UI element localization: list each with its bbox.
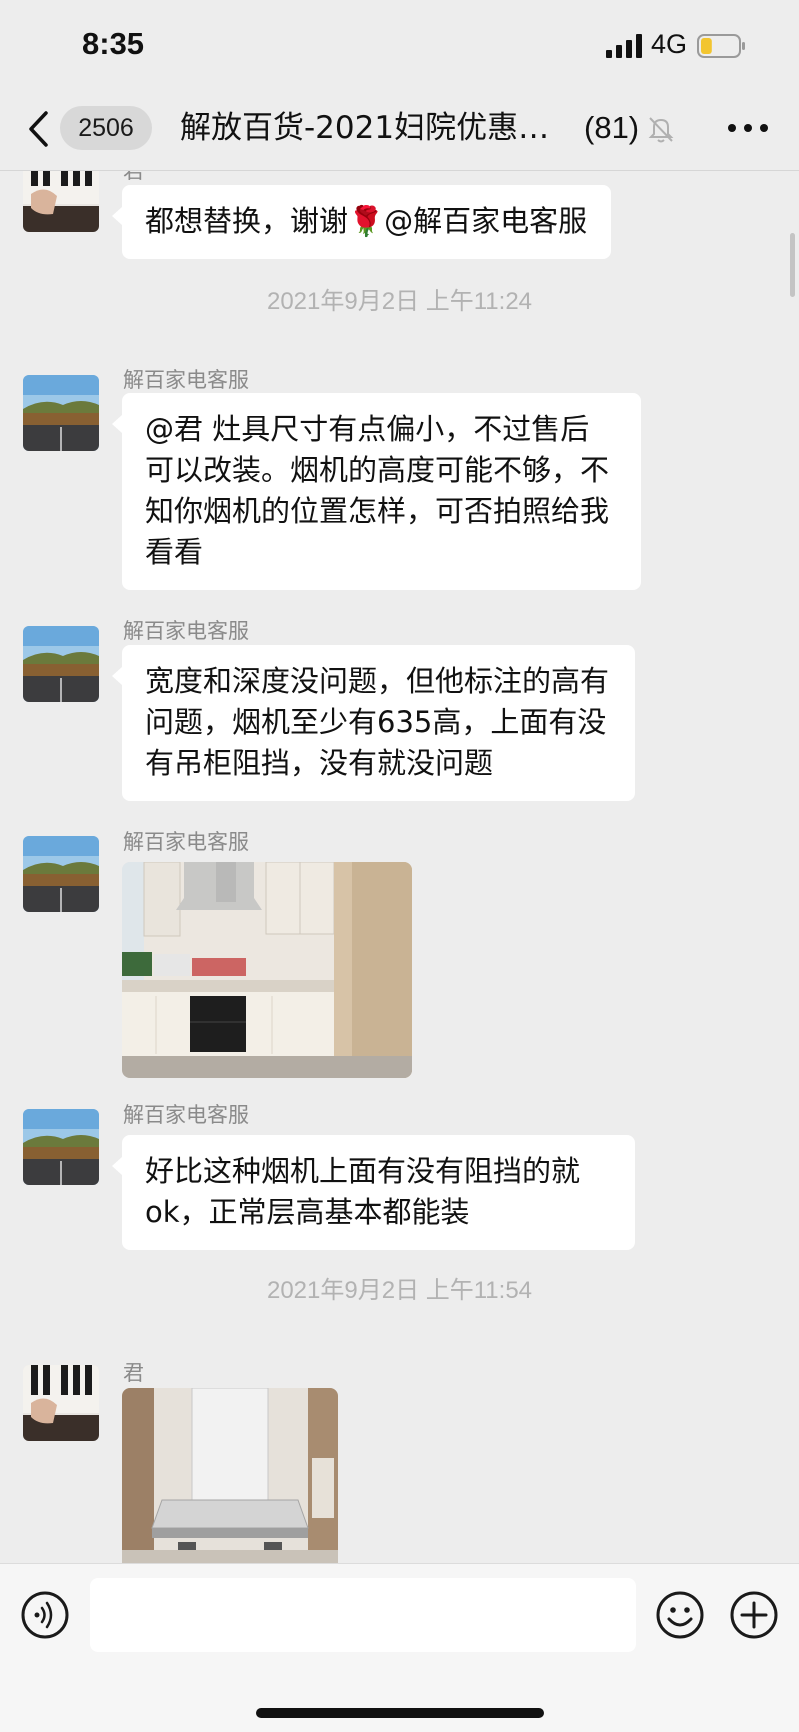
sender-name: 解百家电客服: [123, 368, 249, 392]
chat-header: 2506 解放百货-2021妇院优惠… (81): [0, 92, 799, 171]
avatar-road[interactable]: [23, 1109, 99, 1185]
sender-name: 君: [123, 1361, 144, 1385]
plus-icon[interactable]: [729, 1590, 779, 1640]
message-bubble[interactable]: 好比这种烟机上面有没有阻挡的就ok，正常层高基本都能装: [112, 1135, 635, 1250]
message-bubble[interactable]: 宽度和深度没问题，但他标注的高有问题，烟机至少有635高，上面有没有吊柜阻挡，没…: [112, 645, 635, 801]
sender-name: 君: [123, 171, 144, 183]
member-count: (81): [584, 110, 640, 145]
message-list[interactable]: 君 都想替换，谢谢🌹@解百家电客服 2021年9月2日 上午11:24 解百家电…: [0, 171, 799, 1563]
mute-bell-icon: [648, 117, 674, 143]
voice-icon[interactable]: [20, 1590, 70, 1640]
sender-name: 解百家电客服: [123, 830, 249, 854]
status-bar: 8:35 4G: [0, 0, 799, 92]
avatar-piano[interactable]: [23, 171, 99, 232]
chat-title: 解放百货-2021妇院优惠…: [180, 110, 550, 146]
signal-icon: [606, 34, 642, 58]
avatar-road[interactable]: [23, 626, 99, 702]
status-time: 8:35: [82, 26, 145, 61]
sender-name: 解百家电客服: [123, 1103, 249, 1127]
chevron-left-icon[interactable]: [26, 110, 54, 148]
avatar-road[interactable]: [23, 836, 99, 912]
kitchen-photo[interactable]: [122, 862, 412, 1078]
sender-name: 解百家电客服: [123, 619, 249, 643]
network-type: 4G: [651, 29, 688, 59]
avatar-piano[interactable]: [23, 1365, 99, 1441]
message-bubble[interactable]: 都想替换，谢谢🌹@解百家电客服: [111, 185, 612, 259]
range-hood-photo[interactable]: [122, 1388, 338, 1563]
home-indicator[interactable]: [256, 1708, 544, 1718]
avatar-road[interactable]: [23, 375, 99, 451]
more-icon[interactable]: [726, 116, 770, 140]
timestamp: 2021年9月2日 上午11:24: [266, 288, 533, 315]
input-bar: [0, 1563, 799, 1732]
timestamp: 2021年9月2日 上午11:54: [266, 1277, 533, 1304]
battery-icon: [697, 34, 745, 58]
unread-count-badge[interactable]: 2506: [60, 106, 152, 150]
message-bubble[interactable]: @君 灶具尺寸有点偏小，不过售后可以改装。烟机的高度可能不够，不知你烟机的位置怎…: [112, 393, 641, 590]
message-input[interactable]: [90, 1578, 636, 1652]
emoji-icon[interactable]: [655, 1590, 705, 1640]
